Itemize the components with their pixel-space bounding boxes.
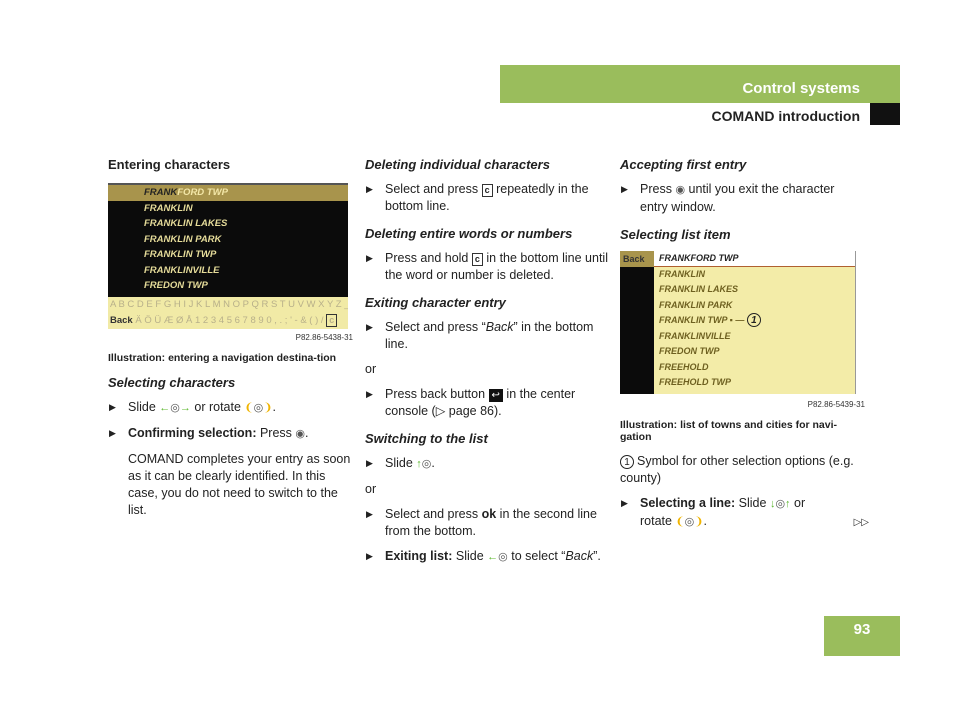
character-entry-illustration: FRANKFORD TWP FRANKLIN FRANKLIN LAKES FR… [108,183,348,329]
heading: Entering characters [108,157,231,172]
heading: Exiting character entry [365,295,506,310]
list-item: FRANKLIN [144,202,193,214]
bullet: Press back button ↩ in the center consol… [365,386,610,420]
note: 1 Symbol for other selection options (e.g… [620,454,854,485]
heading: Deleting entire words or numbers [365,226,573,241]
rotate-icon: ❨◎❩ [675,516,704,528]
bullet: Exiting list: Slide ←◎ to select “Back”. [365,548,610,566]
bullet: Press ◉ until you exit the character ent… [620,181,865,216]
list-item: FRANKLIN TWP [144,249,217,260]
caption: Illustration: list of towns and cities f… [620,419,838,443]
c-key-icon: c [481,184,493,197]
bullet: Selecting a line: Slide ↓◎↑ orrotate ❨◎❩… [620,495,869,531]
continue-icon: ▷▷ [853,517,869,528]
slide-left-right-icon: ←◎→ [159,402,191,414]
bullet: Select and press c repeatedly in the bot… [365,181,610,215]
section-title: Control systems [742,80,860,97]
paragraph: COMAND completes your entry as soon as i… [128,452,351,517]
left-column: Entering characters FRANKFORD TWP FRANKL… [108,156,353,527]
heading: Selecting list item [620,227,731,242]
middle-column: Deleting individual characters Select an… [365,156,610,574]
press-icon: ◉ [295,428,306,440]
list-item: FRANKLINVILLE [144,264,220,276]
heading: Deleting individual characters [365,157,550,172]
right-column: Accepting first entry Press ◉ until you … [620,156,869,539]
scrollbar [855,251,862,394]
heading: Accepting first entry [620,157,747,172]
heading: Switching to the list [365,431,488,446]
section-header: Control systems [500,65,900,103]
slide-up-icon: ↑◎ [416,458,432,470]
char-bar: Back Ä Ö Ü Æ Ø Å 1 2 3 4 5 6 7 8 9 0 , .… [108,313,348,329]
heading: Selecting characters [108,375,236,390]
bullet: Confirming selection: Press ◉. [108,425,353,443]
back-button-icon: ↩ [488,389,503,402]
list-item: FRANKFORD TWP [108,185,348,201]
rotate-icon: ❨◎❩ [244,402,273,414]
press-icon: ◉ [675,184,686,196]
header-marker [870,103,900,125]
list-item: FREDON TWP [144,280,208,291]
town-list: FRANKFORD TWP FRANKLIN FRANKLIN LAKES FRAN… [654,251,855,394]
or-text: or [365,482,377,496]
bullet: Select and press “Back” in the bottom li… [365,319,610,353]
ok-icon: ok [481,507,497,521]
bullet: Select and press ok in the second line f… [365,506,610,540]
caption: Illustration: entering a navigation dest… [108,352,337,364]
bullet: Press and hold c in the bottom line unti… [365,250,610,284]
c-key-icon: c [471,253,483,266]
subsection-title: COMAND introduction [711,108,860,124]
list-item: FRANKLIN LAKES [144,218,228,229]
bullet: Slide ←◎→ or rotate ❨◎❩. [108,399,353,417]
or-text: or [365,362,377,376]
list-illustration: Back FRANKFORD TWP FRANKLIN FRANKLIN LAKES… [620,251,862,394]
slide-left-icon: ←◎ [487,551,508,563]
image-code: P82.86-5438-31 [295,333,353,342]
letter-bar: A B C D E F G H I J K L M N O P Q R S T … [108,297,348,313]
list-item: FRANKLIN PARK [144,233,222,245]
slide-up-down-icon: ↓◎↑ [769,498,791,510]
image-code: P82.86-5439-31 [807,400,865,409]
page-number: 93 [824,616,900,656]
bullet: Slide ↑◎. [365,455,610,473]
